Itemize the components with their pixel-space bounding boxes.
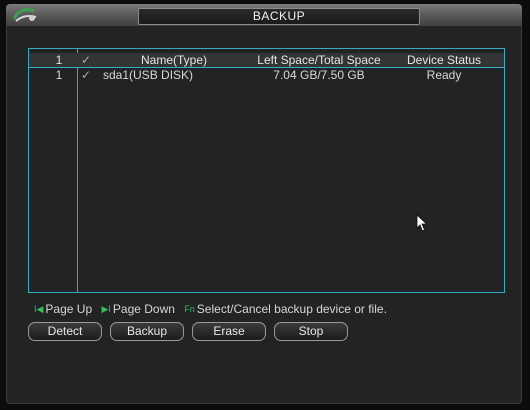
page-up-hint: Page Up [45,302,93,316]
column-divider [77,49,78,292]
header-device-status: Device Status [406,53,482,67]
erase-button[interactable]: Erase [192,322,266,341]
row-index: 1 [55,68,63,82]
header-select-all-check[interactable]: ✓ [81,53,93,67]
page-up-icon: I◀ [34,304,44,314]
row-status: Ready [426,68,462,82]
stop-button[interactable]: Stop [274,322,348,341]
header-name-type: Name(Type) [140,53,208,67]
device-table[interactable]: 1 ✓ Name(Type) Left Space/Total Space De… [28,48,505,293]
backup-window: BACKUP 1 ✓ Name(Type) Left Space/Total S… [6,4,522,404]
window-title: BACKUP [138,8,420,25]
mouse-cursor-icon [416,214,428,232]
hint-bar: I◀ Page Up ▶I Page Down Fn Select/Cancel ba… [34,302,387,316]
table-row[interactable]: 1 ✓ sda1(USB DISK) 7.04 GB/7.50 GB Ready [29,68,504,82]
detect-button[interactable]: Detect [28,322,102,341]
page-down-icon: ▶I [101,304,111,314]
title-bar: BACKUP [6,4,522,26]
dvr-logo-icon [12,8,37,22]
row-check[interactable]: ✓ [81,68,93,82]
fn-hint: Select/Cancel backup device or file. [196,302,387,316]
header-index: 1 [55,53,63,67]
fn-key-icon: Fn [184,304,195,314]
row-device-name: sda1(USB DISK) [103,68,194,82]
page-down-hint: Page Down [112,302,175,316]
backup-button[interactable]: Backup [110,322,184,341]
header-space: Left Space/Total Space [257,53,381,67]
row-space: 7.04 GB/7.50 GB [273,68,365,82]
table-header: 1 ✓ Name(Type) Left Space/Total Space De… [29,53,504,68]
